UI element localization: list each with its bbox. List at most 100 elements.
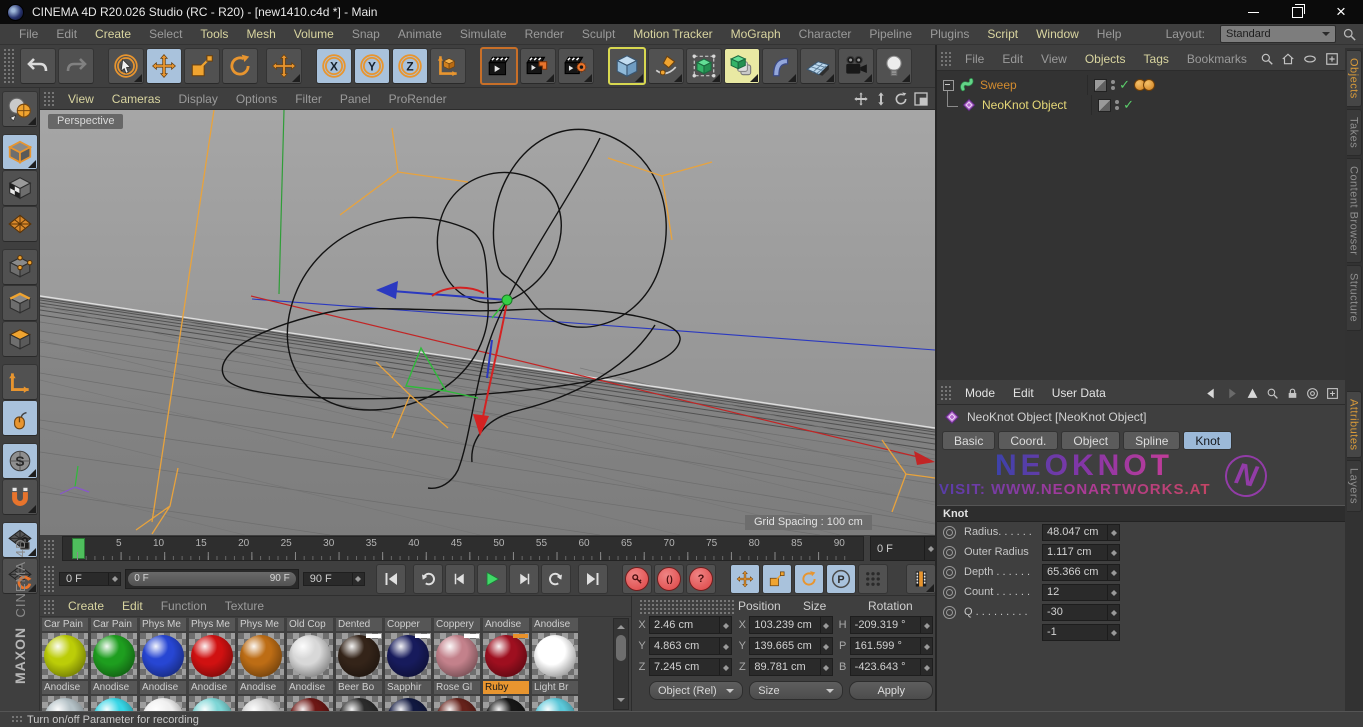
toolbar-grip[interactable] xyxy=(2,47,16,85)
menu-item[interactable]: MoGraph xyxy=(722,27,790,41)
current-frame-field[interactable]: 0 F xyxy=(869,536,937,561)
coordinates-grip[interactable] xyxy=(638,598,735,614)
parameter-spinner[interactable] xyxy=(1107,524,1119,540)
dock-tab[interactable]: Objects xyxy=(1346,50,1362,107)
search-icon[interactable] xyxy=(1266,387,1279,400)
parameter-input[interactable]: 12 xyxy=(1042,583,1120,601)
subdivision-surface-button[interactable] xyxy=(686,48,722,84)
rotate-view-icon[interactable] xyxy=(893,91,909,107)
material-item-partial[interactable] xyxy=(532,696,578,712)
keyframe-circle-icon[interactable] xyxy=(943,545,956,559)
parameter-spinner[interactable] xyxy=(1107,624,1119,640)
coordinate-input[interactable]: 2.46 cm xyxy=(649,616,733,634)
live-selection-tool[interactable] xyxy=(108,48,144,84)
attribute-menu-item[interactable]: Edit xyxy=(1004,386,1043,400)
menu-item[interactable]: Mesh xyxy=(237,27,284,41)
attribute-tab[interactable]: Object xyxy=(1061,431,1121,450)
material-thumbnail[interactable] xyxy=(532,633,578,679)
attribute-grip[interactable] xyxy=(939,384,953,402)
dock-tab[interactable]: Takes xyxy=(1346,108,1362,157)
coordinate-spinner[interactable] xyxy=(819,638,832,654)
pan-view-icon[interactable] xyxy=(853,91,869,107)
scrollbar-thumb[interactable] xyxy=(616,635,626,661)
material-name-top[interactable]: Phys Me xyxy=(189,618,235,631)
camera-label[interactable]: Perspective xyxy=(48,114,124,129)
material-item-partial[interactable] xyxy=(140,696,186,712)
viewport-menu-item[interactable]: Display xyxy=(169,92,226,106)
coordinate-spinner[interactable] xyxy=(719,638,731,654)
x-axis-lock-button[interactable]: X xyxy=(316,48,352,84)
z-axis-lock-button[interactable]: Z xyxy=(392,48,428,84)
camera-button[interactable] xyxy=(838,48,874,84)
undo-button[interactable] xyxy=(20,48,56,84)
material-item[interactable]: Old Cop Anodise xyxy=(287,618,333,696)
history-back-icon[interactable] xyxy=(1204,387,1218,400)
viewport-menu-item[interactable]: Filter xyxy=(286,92,331,106)
material-name-bottom[interactable]: Anodise xyxy=(287,681,333,694)
lock-icon[interactable] xyxy=(1286,387,1299,400)
eye-icon[interactable] xyxy=(1302,52,1318,66)
object-name[interactable]: Sweep xyxy=(980,78,1017,92)
coordinate-input[interactable]: 7.245 cm xyxy=(649,658,733,676)
object-manager-menu-item[interactable]: Edit xyxy=(993,52,1032,66)
material-thumbnail[interactable] xyxy=(287,633,333,679)
parameter-spinner[interactable] xyxy=(1107,564,1119,580)
coordinate-input[interactable]: 4.863 cm xyxy=(649,637,733,655)
key-position-toggle[interactable] xyxy=(729,563,760,594)
material-name-top[interactable]: Car Pain xyxy=(91,618,137,631)
previous-frame-button[interactable] xyxy=(444,563,475,594)
parameter-input[interactable]: -1 xyxy=(1042,623,1120,641)
material-item[interactable]: Phys Me Anodise xyxy=(189,618,235,696)
restore-button[interactable] xyxy=(1275,0,1319,24)
material-menu-item[interactable]: Texture xyxy=(216,599,273,613)
target-icon[interactable] xyxy=(1306,387,1319,400)
coordinate-input[interactable]: 103.239 cm xyxy=(749,616,833,634)
texture-mode-button[interactable] xyxy=(1,170,38,206)
preview-range-bar[interactable]: 0 F 90 F xyxy=(128,571,296,586)
menu-item[interactable]: Tools xyxy=(191,27,237,41)
range-start-field[interactable]: 0 F xyxy=(59,571,122,586)
tree-row-neoknot[interactable]: NeoKnot Object ✓ xyxy=(937,87,1345,115)
material-thumbnail[interactable] xyxy=(42,633,88,679)
coordinate-input[interactable]: 89.781 cm xyxy=(749,658,833,676)
attribute-tab[interactable]: Coord. xyxy=(998,431,1059,450)
light-button[interactable] xyxy=(876,48,912,84)
material-item[interactable]: Anodise Light Br xyxy=(532,618,578,696)
material-thumbnail[interactable] xyxy=(434,633,480,679)
keyframe-circle-icon[interactable] xyxy=(943,605,956,619)
material-name-bottom[interactable]: Rose Gl xyxy=(434,681,480,694)
tree-row-sweep[interactable]: Sweep ✓ xyxy=(937,75,1345,95)
menu-item[interactable]: Edit xyxy=(47,27,86,41)
magnet-tool-button[interactable] xyxy=(1,479,38,515)
polygons-mode-button[interactable] xyxy=(1,321,38,357)
object-manager-menu-item[interactable]: Tags xyxy=(1135,52,1178,66)
parameter-spinner[interactable] xyxy=(1107,544,1119,560)
material-item-partial[interactable] xyxy=(287,696,333,712)
material-item-partial[interactable] xyxy=(189,696,235,712)
material-item[interactable]: Dented Beer Bo xyxy=(336,618,382,696)
floor-environment-button[interactable] xyxy=(800,48,836,84)
material-item-partial[interactable] xyxy=(434,696,480,712)
y-axis-lock-button[interactable]: Y xyxy=(354,48,390,84)
parent-object-icon[interactable] xyxy=(1246,387,1259,400)
keyframe-selection-button[interactable]: ? xyxy=(685,563,716,594)
search-icon[interactable] xyxy=(1342,27,1357,42)
key-rotation-toggle[interactable] xyxy=(793,563,824,594)
add-panel-icon[interactable] xyxy=(1325,52,1339,66)
material-item[interactable]: Anodise Ruby xyxy=(483,618,529,696)
coordinate-spinner[interactable] xyxy=(719,617,731,633)
coordinate-spinner[interactable] xyxy=(819,659,832,675)
zoom-view-icon[interactable] xyxy=(873,91,889,107)
material-name-bottom[interactable]: Light Br xyxy=(532,681,578,694)
go-to-end-button[interactable] xyxy=(577,563,608,594)
add-cube-primitive-button[interactable] xyxy=(608,47,646,85)
menu-item[interactable]: Window xyxy=(1027,27,1088,41)
coordinate-input[interactable]: -209.319 ° xyxy=(849,616,933,634)
material-name-bottom[interactable]: Anodise xyxy=(238,681,284,694)
material-item[interactable]: Phys Me Anodise xyxy=(238,618,284,696)
attribute-menu-item[interactable]: User Data xyxy=(1043,386,1115,400)
workplane-mode-button[interactable] xyxy=(1,206,38,242)
scroll-down-icon[interactable] xyxy=(617,698,625,706)
material-item-partial[interactable] xyxy=(483,696,529,712)
material-grip[interactable] xyxy=(42,598,56,614)
